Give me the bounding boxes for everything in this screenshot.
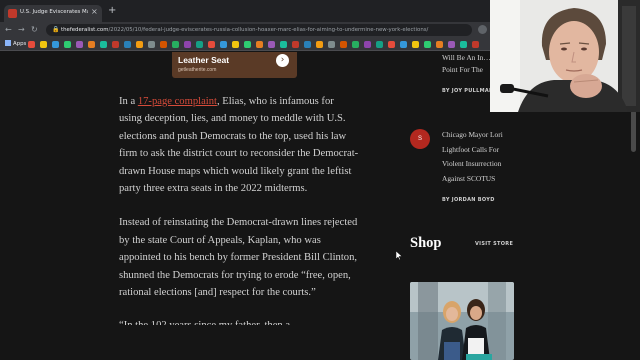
extension-icon[interactable] bbox=[478, 25, 487, 34]
bookmark-icon[interactable] bbox=[412, 41, 419, 48]
bookmark-icon[interactable] bbox=[268, 41, 275, 48]
bookmark-apps-label: Apps bbox=[13, 41, 27, 47]
chevron-right-icon[interactable]: › bbox=[276, 54, 289, 67]
browser-tab[interactable]: U.S. Judge Eviscerates Marc Elias... × bbox=[4, 5, 102, 22]
bookmark-icon[interactable] bbox=[436, 41, 443, 48]
article-body: In a 17-page complaint, Elias, who is in… bbox=[119, 93, 359, 325]
advertisement-banner[interactable]: Leather Seat getleatherite.com › bbox=[172, 52, 297, 78]
apps-grid-icon bbox=[5, 40, 11, 46]
bookmark-icon[interactable] bbox=[76, 41, 83, 48]
ad-domain: getleatherite.com bbox=[178, 67, 217, 73]
bookmark-apps[interactable]: Apps bbox=[5, 40, 26, 47]
shop-heading: Shop bbox=[410, 235, 442, 251]
bookmark-icon[interactable] bbox=[292, 41, 299, 48]
bookmark-icon[interactable] bbox=[88, 41, 95, 48]
bookmark-icon[interactable] bbox=[340, 41, 347, 48]
new-tab-button[interactable]: + bbox=[108, 6, 116, 16]
story-avatar-badge[interactable]: S bbox=[410, 129, 430, 149]
bookmark-icon[interactable] bbox=[196, 41, 203, 48]
url-domain: thefederalist.com bbox=[61, 27, 109, 33]
bookmark-icon[interactable] bbox=[352, 41, 359, 48]
address-bar[interactable]: 🔒 thefederalist.com/2022/05/10/federal-j… bbox=[46, 24, 472, 36]
bookmark-icon[interactable] bbox=[424, 41, 431, 48]
lock-icon: 🔒 bbox=[52, 26, 60, 33]
bookmark-icon[interactable] bbox=[304, 41, 311, 48]
bookmark-icon[interactable] bbox=[148, 41, 155, 48]
bookmark-icon[interactable] bbox=[100, 41, 107, 48]
bookmark-icon[interactable] bbox=[208, 41, 215, 48]
bookmark-icon[interactable] bbox=[184, 41, 191, 48]
bookmark-icon[interactable] bbox=[400, 41, 407, 48]
bookmark-icon[interactable] bbox=[172, 41, 179, 48]
bookmark-icon[interactable] bbox=[28, 41, 35, 48]
bookmark-icon[interactable] bbox=[244, 41, 251, 48]
article-paragraph-partial: “In the 102 years since my father, then … bbox=[119, 317, 359, 325]
scrollbar-thumb[interactable] bbox=[631, 110, 636, 152]
bookmark-icon[interactable] bbox=[124, 41, 131, 48]
bookmark-icon[interactable] bbox=[316, 41, 323, 48]
paragraph-text: , Elias, who is infamous for using decep… bbox=[119, 96, 359, 195]
article-paragraph: In a 17-page complaint, Elias, who is in… bbox=[119, 93, 359, 197]
bookmark-icon[interactable] bbox=[364, 41, 371, 48]
paragraph-text: In a bbox=[119, 96, 138, 107]
site-favicon-icon bbox=[8, 9, 17, 18]
url-text[interactable]: thefederalist.com/2022/05/10/federal-jud… bbox=[61, 27, 428, 33]
complaint-link[interactable]: 17-page complaint bbox=[138, 96, 217, 107]
bookmark-icon[interactable] bbox=[448, 41, 455, 48]
bookmark-icon[interactable] bbox=[388, 41, 395, 48]
article-paragraph: Instead of reinstating the Democrat-draw… bbox=[119, 217, 358, 299]
bookmark-icon[interactable] bbox=[472, 41, 479, 48]
bookmark-icon[interactable] bbox=[376, 41, 383, 48]
bookmark-icon[interactable] bbox=[220, 41, 227, 48]
bookmark-icon[interactable] bbox=[280, 41, 287, 48]
bookmark-icon[interactable] bbox=[112, 41, 119, 48]
webcam-overlay-image bbox=[490, 0, 640, 112]
visit-store-link[interactable]: VISIT STORE bbox=[475, 241, 513, 247]
bookmark-icon[interactable] bbox=[328, 41, 335, 48]
reload-icon[interactable]: ↻ bbox=[31, 25, 38, 35]
related-story-title[interactable]: Chicago Mayor Lori Lightfoot Calls For V… bbox=[442, 128, 518, 186]
close-tab-icon[interactable]: × bbox=[91, 7, 98, 16]
bookmark-icon[interactable] bbox=[52, 41, 59, 48]
url-path: /2022/05/10/federal-judge-eviscerates-ru… bbox=[108, 27, 429, 33]
bookmark-icon[interactable] bbox=[256, 41, 263, 48]
shop-product-image[interactable] bbox=[410, 282, 514, 360]
bookmark-icon[interactable] bbox=[460, 41, 467, 48]
mouse-cursor-icon bbox=[396, 251, 403, 260]
forward-arrow-icon[interactable]: → bbox=[18, 25, 25, 35]
bookmark-icon[interactable] bbox=[232, 41, 239, 48]
bookmark-icon[interactable] bbox=[136, 41, 143, 48]
story-author[interactable]: BY JORDAN BOYD bbox=[442, 197, 495, 203]
back-arrow-icon[interactable]: ← bbox=[5, 25, 12, 35]
bookmark-icon[interactable] bbox=[40, 41, 47, 48]
tab-title: U.S. Judge Eviscerates Marc Elias... bbox=[20, 9, 88, 15]
bookmark-icon[interactable] bbox=[64, 41, 71, 48]
ad-title: Leather Seat bbox=[178, 55, 230, 65]
bookmark-icon[interactable] bbox=[160, 41, 167, 48]
